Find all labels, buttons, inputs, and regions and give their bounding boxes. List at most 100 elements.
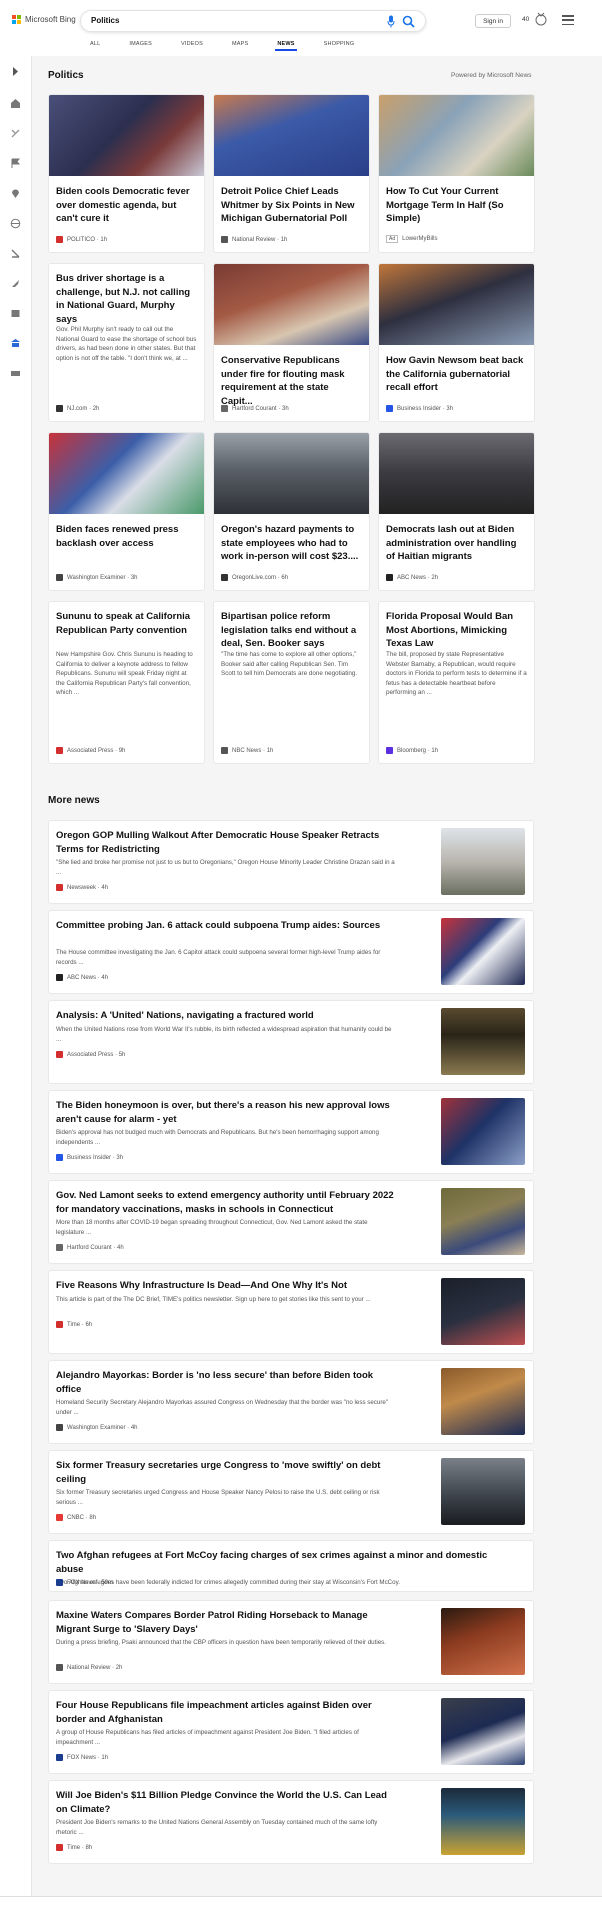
tab-videos[interactable]: VIDEOS (181, 41, 203, 47)
news-card-source: Washington Examiner · 3h (56, 574, 197, 581)
news-card-title[interactable]: Bipartisan police reform legislation tal… (221, 610, 362, 651)
more-news-thumbnail[interactable] (441, 1698, 525, 1765)
more-news-title[interactable]: Analysis: A 'United' Nations, navigating… (56, 1009, 396, 1023)
hamburger-menu-icon[interactable] (562, 15, 574, 25)
more-news-thumbnail[interactable] (441, 1098, 525, 1165)
tab-maps[interactable]: MAPS (232, 41, 248, 47)
flag-icon[interactable] (10, 158, 21, 169)
news-card[interactable]: How Gavin Newsom beat back the Californi… (378, 263, 535, 422)
more-news-item[interactable]: Six former Treasury secretaries urge Con… (48, 1450, 534, 1534)
news-card-title[interactable]: Bus driver shortage is a challenge, but … (56, 272, 197, 326)
more-news-thumbnail[interactable] (441, 918, 525, 985)
news-card-title[interactable]: Detroit Police Chief Leads Whitmer by Si… (221, 185, 362, 226)
more-news-thumbnail[interactable] (441, 1008, 525, 1075)
news-card-title[interactable]: Florida Proposal Would Ban Most Abortion… (386, 610, 527, 651)
news-card-image[interactable] (214, 264, 369, 345)
home-icon[interactable] (10, 98, 21, 109)
more-news-thumbnail[interactable] (441, 1788, 525, 1855)
money-icon[interactable] (10, 368, 21, 379)
microphone-icon[interactable] (387, 15, 395, 28)
expand-chevron-icon[interactable] (10, 66, 21, 77)
more-news-item[interactable]: Four House Republicans file impeachment … (48, 1690, 534, 1774)
more-news-thumbnail[interactable] (441, 1278, 525, 1345)
tab-news[interactable]: NEWS (275, 41, 298, 51)
more-news-item[interactable]: Maxine Waters Compares Border Patrol Rid… (48, 1600, 534, 1684)
more-news-title[interactable]: Two Afghan refugees at Fort McCoy facing… (56, 1549, 516, 1576)
news-card[interactable]: Biden cools Democratic fever over domest… (48, 94, 205, 253)
more-news-item[interactable]: The Biden honeymoon is over, but there's… (48, 1090, 534, 1174)
tab-images[interactable]: IMAGES (129, 41, 152, 47)
news-card[interactable]: Florida Proposal Would Ban Most Abortion… (378, 601, 535, 764)
more-news-title[interactable]: Alejandro Mayorkas: Border is 'no less s… (56, 1369, 396, 1396)
news-card-title[interactable]: Oregon's hazard payments to state employ… (221, 523, 362, 564)
more-news-thumbnail[interactable] (441, 1368, 525, 1435)
more-news-title[interactable]: Six former Treasury secretaries urge Con… (56, 1459, 396, 1486)
news-card-image[interactable] (49, 95, 204, 176)
news-card-title[interactable]: Sununu to speak at California Republican… (56, 610, 197, 637)
politics-building-icon[interactable] (10, 338, 21, 349)
tab-all[interactable]: ALL (90, 41, 100, 47)
news-card-title[interactable]: How Gavin Newsom beat back the Californi… (386, 354, 527, 395)
more-news-thumbnail[interactable] (441, 828, 525, 895)
news-card-title[interactable]: Conservative Republicans under fire for … (221, 354, 362, 408)
more-news-title[interactable]: Will Joe Biden's $11 Billion Pledge Conv… (56, 1789, 396, 1816)
news-card[interactable]: Sununu to speak at California Republican… (48, 601, 205, 764)
search-query[interactable]: Politics (91, 16, 119, 25)
more-news-title[interactable]: The Biden honeymoon is over, but there's… (56, 1099, 396, 1126)
news-card-snippet: The bill, proposed by state Representati… (386, 651, 527, 696)
news-card-title[interactable]: How To Cut Your Current Mortgage Term In… (386, 185, 527, 226)
bing-logo[interactable]: Microsoft Bing (12, 15, 76, 24)
more-news-title[interactable]: Four House Republicans file impeachment … (56, 1699, 396, 1726)
source-time: 8h (89, 1514, 97, 1521)
news-card[interactable]: Biden faces renewed press backlash over … (48, 432, 205, 591)
more-news-item[interactable]: Alejandro Mayorkas: Border is 'no less s… (48, 1360, 534, 1444)
more-news-item[interactable]: Committee probing Jan. 6 attack could su… (48, 910, 534, 994)
more-news-title[interactable]: Gov. Ned Lamont seeks to extend emergenc… (56, 1189, 396, 1216)
news-card-image[interactable] (379, 264, 534, 345)
more-news-title[interactable]: Committee probing Jan. 6 attack could su… (56, 919, 396, 933)
news-card-image[interactable] (379, 433, 534, 514)
scales-icon[interactable] (10, 248, 21, 259)
tab-shopping[interactable]: SHOPPING (324, 41, 355, 47)
rewards-medal-icon[interactable] (534, 12, 548, 26)
news-card[interactable]: Bipartisan police reform legislation tal… (213, 601, 370, 764)
discover-icon[interactable] (10, 128, 21, 139)
news-card-image[interactable] (214, 95, 369, 176)
news-card-title[interactable]: Biden faces renewed press backlash over … (56, 523, 197, 550)
sign-in-button[interactable]: Sign in (475, 14, 511, 28)
top-bar: Microsoft Bing Politics Sign in 40 ALL IM… (0, 0, 602, 56)
news-card[interactable]: Detroit Police Chief Leads Whitmer by Si… (213, 94, 370, 253)
source-name: FOX News (67, 1754, 97, 1761)
more-news-thumbnail[interactable] (441, 1608, 525, 1675)
more-news-title[interactable]: Oregon GOP Mulling Walkout After Democra… (56, 829, 396, 856)
search-box[interactable]: Politics (80, 10, 426, 32)
more-news-item[interactable]: Five Reasons Why Infrastructure Is Dead—… (48, 1270, 534, 1354)
more-news-thumbnail[interactable] (441, 1458, 525, 1525)
more-news-item[interactable]: Will Joe Biden's $11 Billion Pledge Conv… (48, 1780, 534, 1864)
news-card-title[interactable]: Biden cools Democratic fever over domest… (56, 185, 197, 226)
news-card-image[interactable] (214, 433, 369, 514)
location-icon[interactable] (10, 188, 21, 199)
news-card[interactable]: Oregon's hazard payments to state employ… (213, 432, 370, 591)
rocket-icon[interactable] (10, 278, 21, 289)
more-news-item[interactable]: Oregon GOP Mulling Walkout After Democra… (48, 820, 534, 904)
news-card[interactable]: Bus driver shortage is a challenge, but … (48, 263, 205, 422)
news-card[interactable]: Conservative Republicans under fire for … (213, 263, 370, 422)
news-card-image[interactable] (379, 95, 534, 176)
more-news-title[interactable]: Maxine Waters Compares Border Patrol Rid… (56, 1609, 396, 1636)
news-card[interactable]: Democrats lash out at Biden administrati… (378, 432, 535, 591)
news-card-image[interactable] (49, 433, 204, 514)
news-card[interactable]: How To Cut Your Current Mortgage Term In… (378, 94, 535, 253)
more-news-thumbnail[interactable] (441, 1188, 525, 1255)
globe-icon[interactable] (10, 218, 21, 229)
rewards-points[interactable]: 40 (522, 16, 529, 23)
more-news-item[interactable]: Analysis: A 'United' Nations, navigating… (48, 1000, 534, 1084)
more-news-item[interactable]: Gov. Ned Lamont seeks to extend emergenc… (48, 1180, 534, 1264)
more-news-snippet: The House committee investigating the Ja… (56, 949, 381, 966)
search-icon[interactable] (402, 15, 415, 28)
more-news-snippet: Biden's approval has not budged much wit… (56, 1129, 379, 1146)
news-card-title[interactable]: Democrats lash out at Biden administrati… (386, 523, 527, 564)
more-news-item[interactable]: Two Afghan refugees at Fort McCoy facing… (48, 1540, 534, 1592)
film-icon[interactable] (10, 308, 21, 319)
more-news-title[interactable]: Five Reasons Why Infrastructure Is Dead—… (56, 1279, 396, 1293)
